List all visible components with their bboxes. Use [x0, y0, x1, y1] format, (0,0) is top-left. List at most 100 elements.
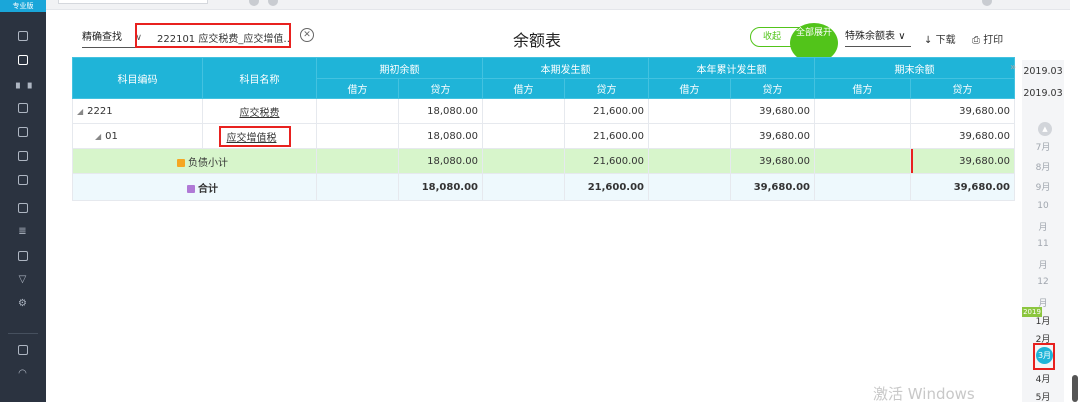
account-code: 01	[105, 130, 118, 142]
period-end[interactable]: 2019.03	[1022, 88, 1064, 99]
invoice-icon[interactable]	[16, 202, 29, 214]
month-label[interactable]: 月	[1022, 220, 1064, 233]
value-cell	[648, 173, 731, 201]
page-title: 余额表	[513, 31, 562, 50]
value-cell	[814, 148, 911, 174]
toolbar: 精确查找 ∨ 222101 应交税费_应交增值… ✕ 余额表 收起 全部展开 特…	[72, 23, 1022, 63]
value-cell	[648, 123, 731, 149]
book-icon[interactable]	[16, 150, 29, 162]
header-ytd: 本年累计发生额	[648, 57, 815, 79]
month-label[interactable]: 11	[1022, 239, 1064, 249]
period-start[interactable]: 2019.03	[1022, 66, 1064, 77]
printer-icon: ⎙	[972, 35, 980, 46]
account-name-link[interactable]: 应交增值税	[227, 133, 277, 144]
tax-icon[interactable]	[16, 250, 29, 262]
month-label[interactable]: 12	[1022, 277, 1064, 287]
print-button[interactable]: ⎙ 打印	[972, 31, 1003, 46]
account-code: 2221	[87, 105, 113, 117]
clear-icon[interactable]: ✕	[300, 28, 314, 42]
search-mode-select[interactable]: 精确查找 ∨	[82, 30, 142, 48]
header-debit: 借方	[648, 78, 731, 99]
main-panel: 精确查找 ∨ 222101 应交税费_应交增值… ✕ 余额表 收起 全部展开 特…	[72, 10, 1022, 402]
month-label[interactable]: 5月	[1022, 390, 1064, 402]
top-strip-button[interactable]	[249, 0, 259, 6]
period-panel: 2019.03 2019.03 ▲ 7月 8月 9月 10 月 11 月 12 …	[1022, 60, 1064, 402]
special-balance-select[interactable]: 特殊余额表 ∨	[845, 29, 911, 47]
header-debit: 借方	[814, 78, 911, 99]
value-cell-highlighted: 39,680.00	[910, 148, 1015, 174]
value-cell	[814, 123, 911, 149]
sidebar-divider	[8, 333, 38, 334]
value-cell: 18,080.00	[398, 148, 483, 174]
special-balance-label: 特殊余额表	[845, 31, 895, 42]
month-label[interactable]: 9月	[1022, 180, 1064, 193]
table-row[interactable]: ◢ 2221 应交税费 18,080.00 21,600.00 39,680.00…	[72, 98, 1015, 124]
header-opening: 期初余额	[316, 57, 483, 79]
top-strip-button[interactable]	[982, 0, 992, 6]
collapse-triangle-icon[interactable]: ◢	[77, 107, 83, 116]
brand-label: 专业版	[0, 0, 46, 12]
selected-month-highlight: 3月	[1033, 343, 1055, 370]
account-name-link[interactable]: 应交税费	[240, 108, 280, 119]
header-credit: 贷方	[910, 78, 1015, 99]
value-cell: 39,680.00	[730, 173, 815, 201]
asset-icon[interactable]: ≣	[16, 226, 29, 238]
top-strip-input[interactable]	[58, 0, 208, 4]
value-cell: 39,680.00	[910, 98, 1015, 124]
header-credit: 贷方	[730, 78, 815, 99]
collapse-triangle-icon[interactable]: ◢	[95, 132, 101, 141]
month-label[interactable]: 10	[1022, 201, 1064, 211]
highlight-box	[911, 149, 1014, 173]
total-label-cell: 合计	[72, 173, 317, 201]
header-credit: 贷方	[398, 78, 483, 99]
download-label: 下载	[935, 35, 956, 46]
settings-icon[interactable]: ⚙	[16, 298, 29, 310]
month-label[interactable]: 7月	[1022, 140, 1064, 153]
month-label[interactable]: 4月	[1022, 372, 1064, 385]
monitor-icon[interactable]	[16, 344, 29, 356]
top-strip-button[interactable]	[268, 0, 278, 6]
subtotal-label-cell: 负债小计	[72, 148, 317, 174]
month-label[interactable]: 1月	[1022, 314, 1064, 327]
header-credit: 贷方	[564, 78, 649, 99]
header-period: 本期发生额	[482, 57, 649, 79]
value-cell: 21,600.00	[564, 173, 649, 201]
value-cell	[316, 98, 399, 124]
table-row[interactable]: ◢ 01 应交增值税 18,080.00 21,600.00 39,680.00 …	[72, 123, 1015, 149]
value-cell	[482, 173, 565, 201]
header-debit: 借方	[482, 78, 565, 99]
value-cell	[316, 123, 399, 149]
top-strip	[46, 0, 1080, 10]
gauge-icon[interactable]: ◠	[16, 368, 29, 380]
ledger-icon[interactable]	[16, 54, 29, 66]
windows-watermark: 激活 Windows	[873, 385, 975, 402]
balance-table: 科目编码 科目名称 期初余额 本期发生额 本年累计发生额 期末余额 借方 贷方 …	[72, 57, 1015, 201]
value-cell: 21,600.00	[564, 148, 649, 174]
selected-month[interactable]: 3月	[1036, 347, 1053, 364]
value-cell: 39,680.00	[910, 173, 1015, 201]
voucher-icon[interactable]	[16, 126, 29, 138]
report-icon[interactable]	[16, 102, 29, 114]
subtotal-label: 负债小计	[188, 157, 228, 169]
value-cell	[814, 173, 911, 201]
value-cell: 21,600.00	[564, 98, 649, 124]
scrollbar-thumb[interactable]	[1072, 375, 1078, 402]
month-label[interactable]: 月	[1022, 258, 1064, 271]
month-label[interactable]: 8月	[1022, 160, 1064, 173]
scroll-up-icon[interactable]: ▲	[1038, 122, 1052, 136]
value-cell	[482, 148, 565, 174]
cart-icon[interactable]	[16, 174, 29, 186]
menu-icon[interactable]	[16, 30, 29, 42]
account-code-cell: ◢ 2221	[72, 98, 203, 124]
scrollbar-track[interactable]	[1070, 0, 1080, 402]
account-name-cell: 应交税费	[202, 98, 317, 124]
double-chevron-right-icon[interactable]: »	[1010, 62, 1016, 73]
chart-icon[interactable]: ▖▗	[16, 78, 31, 90]
table-header-row: 科目编码 科目名称 期初余额 本期发生额 本年累计发生额 期末余额	[72, 57, 1015, 99]
shield-icon[interactable]: ▽	[16, 274, 29, 286]
value-cell	[482, 123, 565, 149]
download-button[interactable]: ↓ 下载	[924, 31, 956, 46]
left-sidebar: 专业版 ▖▗ ≣ ▽ ⚙ ◠	[0, 0, 46, 402]
search-input[interactable]: 222101 应交税费_应交增值…	[135, 23, 291, 48]
value-cell	[648, 148, 731, 174]
